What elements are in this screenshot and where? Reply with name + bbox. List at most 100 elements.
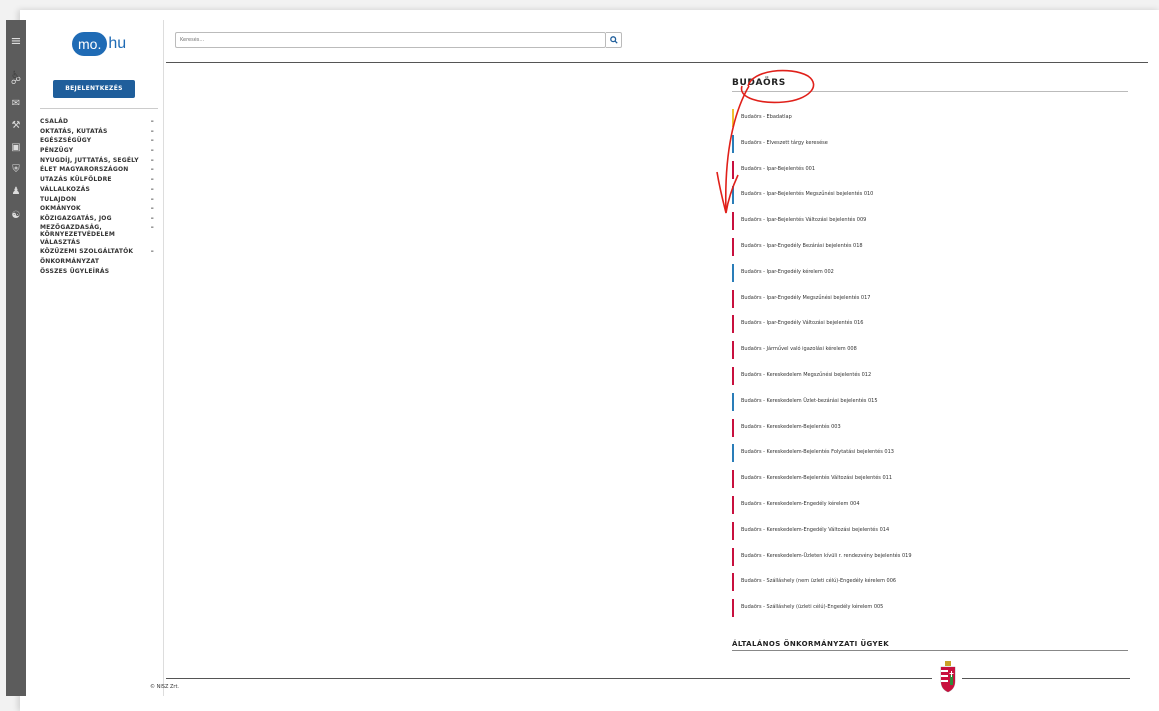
expand-icon[interactable]: –: [151, 175, 154, 184]
region-title: BUDAÖRS: [732, 78, 786, 88]
service-item-link[interactable]: Budaörs - Kereskedelem Megszűnési bejele…: [741, 372, 871, 378]
card-icon[interactable]: ▣: [6, 142, 26, 154]
service-item-link[interactable]: Budaörs - Kereskedelem-Bejelentés Folyta…: [741, 449, 894, 455]
service-item-link[interactable]: Budaörs - Kereskedelem-Engedély Változás…: [741, 527, 889, 533]
service-item[interactable]: Budaörs - Ipar-Bejelentés Megszűnési bej…: [732, 186, 1132, 212]
service-item-link[interactable]: Budaörs - Ipar-Engedély Megszűnési bejel…: [741, 295, 870, 301]
expand-icon[interactable]: –: [151, 117, 154, 126]
category-color-bar: [732, 418, 734, 437]
category-color-bar: [732, 341, 734, 360]
service-item[interactable]: Budaörs - Kereskedelem Üzlet-bezárási be…: [732, 392, 1132, 419]
shield-icon[interactable]: ⛨: [6, 164, 26, 176]
expand-icon[interactable]: –: [151, 146, 154, 155]
service-item[interactable]: Budaörs - Ipar-Bejelentés 001: [732, 160, 1132, 187]
service-item-link[interactable]: Budaörs - Elveszett tárgy keresése: [741, 140, 828, 146]
category-item[interactable]: ÉLET MAGYARORSZÁGON –: [40, 165, 154, 175]
service-item-link[interactable]: Budaörs - Szálláshely (nem üzleti célú)-…: [741, 578, 896, 584]
footer-divider-right: [962, 678, 1130, 679]
service-item[interactable]: Budaörs - Kereskedelem-Üzleten kívüli r.…: [732, 547, 1132, 574]
service-item-link[interactable]: Budaörs - Kereskedelem-Engedély kérelem …: [741, 501, 860, 507]
service-item-link[interactable]: Budaörs - Ipar-Bejelentés 001: [741, 166, 815, 172]
service-item-link[interactable]: Budaörs - Ebadatlap: [741, 114, 792, 120]
mail-icon[interactable]: ✉: [6, 98, 26, 110]
service-item[interactable]: Budaörs - Kereskedelem-Bejelentés Folyta…: [732, 444, 1132, 470]
category-item[interactable]: KÖZÜZEMI SZOLGÁLTATÓK –: [40, 247, 154, 257]
people-icon[interactable]: ♟: [6, 186, 26, 198]
category-label: CSALÁD: [40, 118, 69, 125]
expand-icon[interactable]: –: [151, 195, 154, 204]
category-label: PÉNZÜGY: [40, 147, 74, 155]
category-color-bar: [732, 315, 734, 334]
category-label: KÖZÜZEMI SZOLGÁLTATÓK: [40, 248, 134, 256]
wrench-icon[interactable]: ⚒: [6, 120, 26, 132]
section-title-general: ÁLTALÁNOS ÖNKORMÁNYZATI ÜGYEK: [732, 640, 890, 648]
service-item-link[interactable]: Budaörs - Kereskedelem Üzlet-bezárási be…: [741, 398, 878, 404]
globe-icon[interactable]: ☯: [6, 210, 26, 222]
service-item[interactable]: Budaörs - Elveszett tárgy keresése: [732, 134, 1132, 161]
service-item[interactable]: Budaörs - Kereskedelem-Bejelentés Változ…: [732, 470, 1132, 496]
category-item[interactable]: TULAJDON –: [40, 195, 154, 205]
expand-icon[interactable]: –: [151, 214, 154, 223]
service-item[interactable]: Budaörs - Szálláshely (üzleti célú)-Enge…: [732, 599, 1132, 625]
header-divider: [166, 62, 1148, 63]
category-item[interactable]: OKTATÁS, KUTATÁS –: [40, 127, 154, 137]
service-item-link[interactable]: Budaörs - Járművel való igazolási kérele…: [741, 346, 857, 352]
service-item-link[interactable]: Budaörs - Kereskedelem-Bejelentés 003: [741, 424, 841, 430]
service-item-link[interactable]: Budaörs - Ipar-Engedély Bezárási bejelen…: [741, 243, 863, 249]
category-item[interactable]: NYUGDÍJ, JUTTATÁS, SEGÉLY –: [40, 156, 154, 166]
service-item[interactable]: Budaörs - Ipar-Bejelentés Változási beje…: [732, 212, 1132, 238]
category-label: NYUGDÍJ, JUTTATÁS, SEGÉLY: [40, 156, 139, 164]
category-color-bar: [732, 392, 734, 411]
expand-icon[interactable]: –: [151, 165, 154, 174]
service-item-link[interactable]: Budaörs - Ipar-Bejelentés Változási beje…: [741, 217, 866, 223]
service-item[interactable]: Budaörs - Kereskedelem-Engedély Változás…: [732, 521, 1132, 548]
category-color-bar: [732, 186, 734, 205]
category-item[interactable]: EGÉSZSÉGÜGY –: [40, 136, 154, 146]
service-item-link[interactable]: Budaörs - Ipar-Engedély kérelem 002: [741, 269, 834, 275]
category-label: OKTATÁS, KUTATÁS: [40, 127, 108, 135]
category-label: ÉLET MAGYARORSZÁGON: [40, 166, 129, 174]
mohu-logo[interactable]: mo. hu: [72, 30, 126, 58]
menu-icon[interactable]: ≡: [6, 35, 26, 48]
category-item[interactable]: VÁLASZTÁS: [40, 238, 154, 248]
category-item[interactable]: UTAZÁS KÜLFÖLDRE –: [40, 175, 154, 185]
service-item[interactable]: Budaörs - Ipar-Engedély Változási bejele…: [732, 315, 1132, 341]
category-item[interactable]: ÖSSZES ÜGYLEÍRÁS: [40, 267, 154, 277]
category-item[interactable]: OKMÁNYOK –: [40, 204, 154, 214]
service-item[interactable]: Budaörs - Járművel való igazolási kérele…: [732, 341, 1132, 367]
category-item[interactable]: PÉNZÜGY –: [40, 146, 154, 156]
copyright-text: © NISZ Zrt.: [150, 684, 180, 690]
service-item-link[interactable]: Budaörs - Kereskedelem-Bejelentés Változ…: [741, 475, 892, 481]
category-item[interactable]: KÖZIGAZGATÁS, JOG –: [40, 214, 154, 224]
service-item[interactable]: Budaörs - Ipar-Engedély Megszűnési bejel…: [732, 289, 1132, 316]
service-item-link[interactable]: Budaörs - Kereskedelem-Üzleten kívüli r.…: [741, 553, 912, 559]
service-item-link[interactable]: Budaörs - Ipar-Engedély Változási bejele…: [741, 320, 863, 326]
category-item[interactable]: MEZŐGAZDASÁG, KÖRNYEZETVÉDELEM –: [40, 224, 154, 238]
expand-icon[interactable]: –: [151, 127, 154, 136]
accessibility-icon[interactable]: ♿: [11, 70, 20, 81]
service-item[interactable]: Budaörs - Ebadatlap: [732, 109, 1132, 135]
service-item-link[interactable]: Budaörs - Ipar-Bejelentés Megszűnési bej…: [741, 191, 873, 197]
search-input[interactable]: [180, 34, 580, 46]
category-color-bar: [732, 109, 734, 127]
expand-icon[interactable]: –: [151, 247, 154, 256]
category-color-bar: [732, 573, 734, 592]
expand-icon[interactable]: –: [151, 136, 154, 145]
category-menu: CSALÁD – OKTATÁS, KUTATÁS – EGÉSZSÉGÜGY – PÉNZ…: [40, 117, 154, 276]
expand-icon[interactable]: –: [151, 204, 154, 213]
category-item[interactable]: VÁLLALKOZÁS –: [40, 185, 154, 195]
login-button[interactable]: BEJELENTKEZÉS: [53, 80, 135, 98]
service-item[interactable]: Budaörs - Ipar-Engedély kérelem 002: [732, 263, 1132, 290]
service-item[interactable]: Budaörs - Ipar-Engedély Bezárási bejelen…: [732, 237, 1132, 264]
category-item[interactable]: CSALÁD –: [40, 117, 154, 127]
category-item[interactable]: ÖNKORMÁNYZAT: [40, 257, 154, 267]
service-item[interactable]: Budaörs - Kereskedelem-Engedély kérelem …: [732, 495, 1132, 522]
search-button[interactable]: [606, 32, 622, 48]
expand-icon[interactable]: –: [151, 156, 154, 165]
service-item-link[interactable]: Budaörs - Szálláshely (üzleti célú)-Enge…: [741, 604, 883, 610]
expand-icon[interactable]: –: [151, 185, 154, 194]
service-item[interactable]: Budaörs - Kereskedelem-Bejelentés 003: [732, 418, 1132, 445]
service-item[interactable]: Budaörs - Szálláshely (nem üzleti célú)-…: [732, 573, 1132, 599]
expand-icon[interactable]: –: [151, 224, 154, 231]
service-item[interactable]: Budaörs - Kereskedelem Megszűnési bejele…: [732, 366, 1132, 393]
